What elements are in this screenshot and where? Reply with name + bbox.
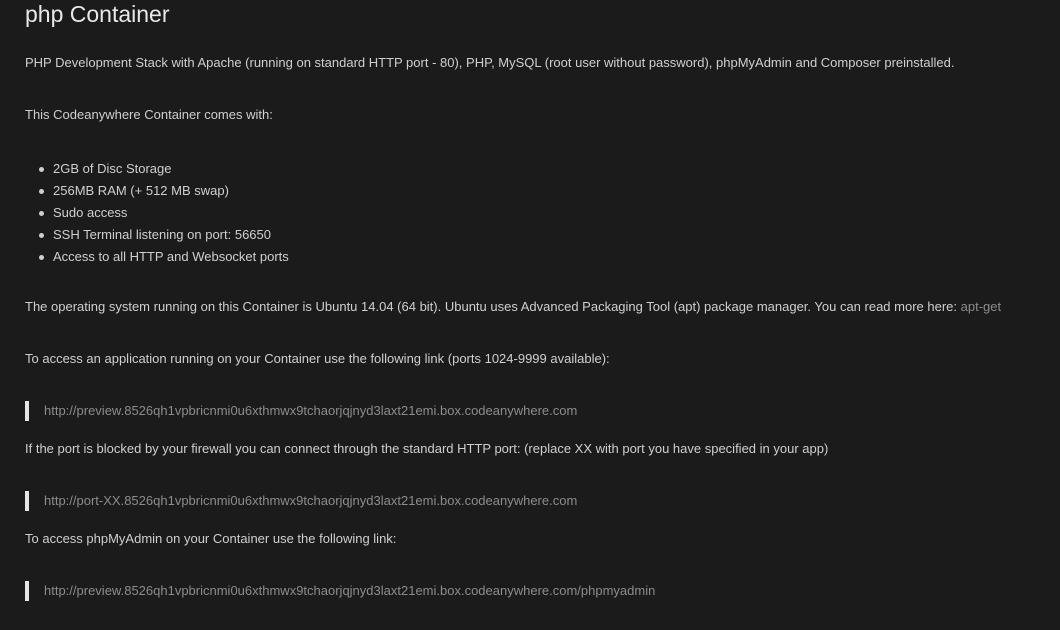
os-text: The operating system running on this Con… [25, 299, 961, 314]
feature-text: 256MB RAM (+ 512 MB swap) [53, 183, 229, 198]
list-item: SSH Terminal listening on port: 56650 [39, 224, 289, 246]
list-item: Access to all HTTP and Websocket ports [39, 246, 289, 268]
page-title: php Container [25, 1, 170, 27]
comes-with-heading: This Codeanywhere Container comes with: [25, 107, 273, 122]
phpmyadmin-link-block: http://preview.8526qh1vpbricnmi0u6xthmwx… [25, 581, 655, 601]
bullet-icon [39, 189, 44, 194]
bullet-icon [39, 233, 44, 238]
firewall-note: If the port is blocked by your firewall … [25, 441, 829, 456]
bullet-icon [39, 255, 44, 260]
phpmyadmin-intro: To access phpMyAdmin on your Container u… [25, 531, 397, 546]
port-link-block: http://port-XX.8526qh1vpbricnmi0u6xthmwx… [25, 491, 577, 511]
list-item: Sudo access [39, 202, 289, 224]
port-link[interactable]: http://port-XX.8526qh1vpbricnmi0u6xthmwx… [44, 492, 577, 510]
feature-text: Sudo access [53, 205, 128, 220]
bullet-icon [39, 211, 44, 216]
quote-bar [25, 401, 29, 421]
feature-text: 2GB of Disc Storage [53, 161, 172, 176]
feature-text: SSH Terminal listening on port: 56650 [53, 227, 271, 242]
quote-bar [25, 581, 29, 601]
preview-link-block: http://preview.8526qh1vpbricnmi0u6xthmwx… [25, 401, 577, 421]
feature-list: 2GB of Disc Storage 256MB RAM (+ 512 MB … [25, 158, 289, 268]
stack-description: PHP Development Stack with Apache (runni… [25, 55, 955, 70]
list-item: 256MB RAM (+ 512 MB swap) [39, 180, 289, 202]
apt-get-link[interactable]: apt-get [961, 299, 1001, 314]
quote-bar [25, 491, 29, 511]
phpmyadmin-link[interactable]: http://preview.8526qh1vpbricnmi0u6xthmwx… [44, 582, 655, 600]
preview-link[interactable]: http://preview.8526qh1vpbricnmi0u6xthmwx… [44, 402, 577, 420]
os-description: The operating system running on this Con… [25, 298, 1001, 316]
list-item: 2GB of Disc Storage [39, 158, 289, 180]
bullet-icon [39, 167, 44, 172]
feature-text: Access to all HTTP and Websocket ports [53, 249, 289, 264]
app-access-intro: To access an application running on your… [25, 351, 610, 366]
